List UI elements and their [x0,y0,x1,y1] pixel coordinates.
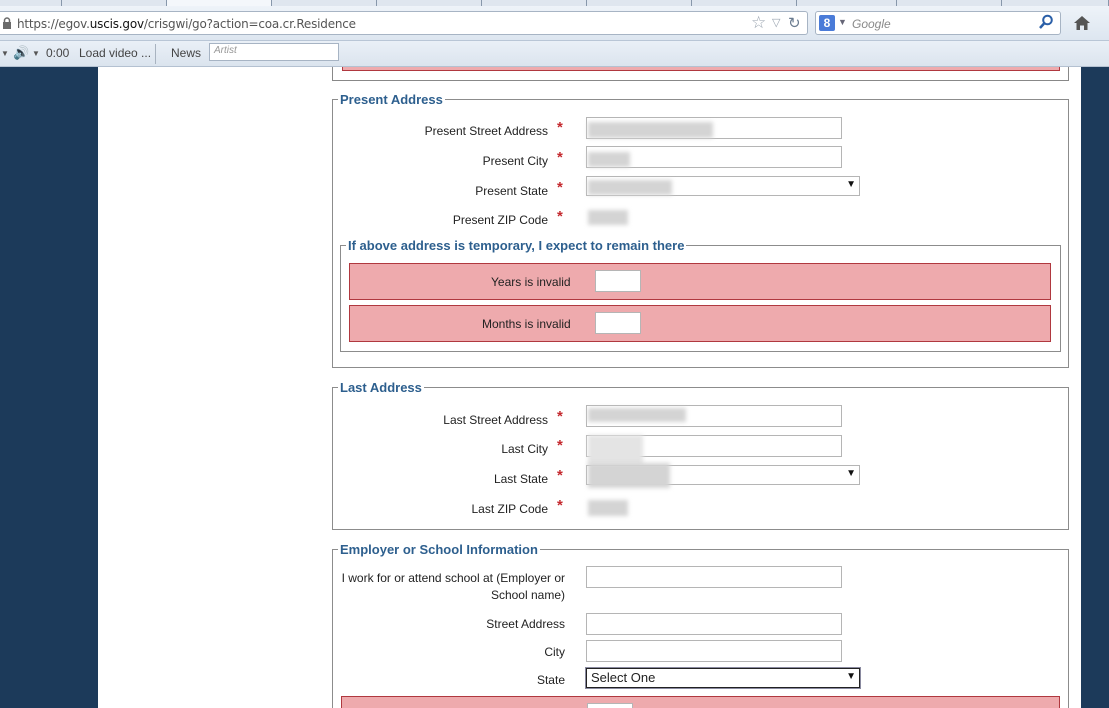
present-city-label: Present City [482,154,548,168]
chevron-down-icon: ▼ [846,671,856,682]
present-zip-label: Present ZIP Code [452,213,548,227]
present-address-legend: Present Address [340,92,443,107]
search-bar[interactable]: 8 ▼ Google [815,11,1061,35]
employer-street-label: Street Address [486,617,565,631]
redacted-value [588,180,672,195]
months-error-message: Months is invalid [482,317,571,331]
redacted-zip-value [588,500,628,516]
last-zip-label: Last ZIP Code [471,502,549,516]
months-input[interactable] [595,312,641,334]
last-street-label: Last Street Address [443,413,548,427]
artist-input[interactable]: Artist [209,43,339,61]
required-marker: * [557,408,563,425]
volume-icon[interactable]: 🔊 [13,45,29,61]
address-bar[interactable]: https://egov.uscis.gov/crisgwi/go?action… [0,11,808,35]
history-dropdown-icon[interactable]: ▽ [772,16,780,29]
employer-error-input[interactable] [587,703,633,708]
redacted-value [588,435,643,465]
reload-icon[interactable]: ↻ [788,14,801,32]
toolbar-menu-arrow-icon[interactable]: ▼ [1,49,9,58]
lock-icon [3,17,11,29]
employer-city-input[interactable] [586,640,842,662]
search-engine-dropdown-icon[interactable]: ▼ [838,17,847,27]
employer-name-label: I work for or attend school at (Employer… [341,571,565,602]
employer-name-input[interactable] [586,566,842,588]
employer-city-label: City [544,645,565,659]
redacted-zip-value [588,210,628,225]
years-input[interactable] [595,270,641,292]
load-video-button[interactable]: Load video ... [79,46,151,60]
years-error-message: Years is invalid [491,275,571,289]
chevron-down-icon: ▼ [846,468,856,479]
last-address-legend: Last Address [340,380,422,395]
months-error-row: Months is invalid [349,305,1051,342]
redacted-value [588,152,630,167]
required-marker: * [557,437,563,454]
required-marker: * [557,179,563,196]
redacted-value [588,463,670,488]
volume-dropdown-icon[interactable]: ▼ [32,49,40,58]
required-marker: * [557,497,563,514]
employer-state-label: State [536,673,565,687]
search-placeholder: Google [852,17,891,31]
employer-street-input[interactable] [586,613,842,635]
employer-legend: Employer or School Information [340,542,538,557]
employer-error-row [341,696,1060,708]
previous-error-strip [342,67,1060,71]
search-engine-icon[interactable]: 8 [819,15,835,31]
required-marker: * [557,149,563,166]
required-marker: * [557,208,563,225]
bookmark-star-icon[interactable]: ☆ [751,14,766,32]
url-text: https://egov.uscis.gov/crisgwi/go?action… [17,17,356,31]
present-state-label: Present State [475,184,548,198]
required-marker: * [557,467,563,484]
employer-state-value: Select One [591,670,656,685]
chevron-down-icon: ▼ [846,179,856,190]
home-icon[interactable] [1073,15,1091,31]
news-button[interactable]: News [171,46,201,60]
search-icon[interactable] [1038,14,1054,30]
redacted-value [588,122,713,138]
last-city-label: Last City [501,442,548,456]
present-street-label: Present Street Address [424,124,548,138]
media-time: 0:00 [46,46,70,60]
redacted-value [588,408,686,422]
navigation-toolbar: https://egov.uscis.gov/crisgwi/go?action… [0,6,1109,41]
toolbar-separator [155,44,156,64]
last-state-label: Last State [493,472,548,486]
employer-state-select[interactable]: Select One ▼ [585,667,861,689]
required-marker: * [557,119,563,136]
media-toolbar: ▼ 🔊 ▼ 0:00 Load video ... News Artist [0,41,1109,67]
temporary-address-legend: If above address is temporary, I expect … [348,238,685,253]
years-error-row: Years is invalid [349,263,1051,300]
page-content: Present Address Present Street Address *… [98,67,1081,708]
